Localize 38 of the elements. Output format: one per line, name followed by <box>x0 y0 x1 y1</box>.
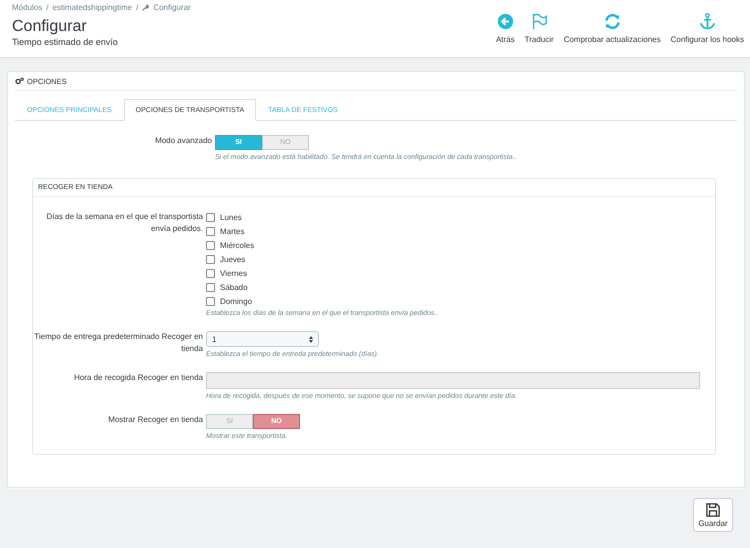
checkbox[interactable] <box>206 296 215 306</box>
flag-icon <box>530 13 548 30</box>
checkbox-label: Domingo <box>220 296 252 306</box>
checkbox[interactable] <box>206 254 215 264</box>
field-label: Modo avanzado <box>154 135 213 147</box>
checkbox-label: Viernes <box>220 268 247 278</box>
checkbox-label: Lunes <box>220 212 242 222</box>
checkbox[interactable] <box>206 240 215 250</box>
page-title: Configurar <box>12 18 88 36</box>
toolbar-button[interactable]: Configurar los hooks <box>670 13 744 44</box>
breadcrumb-current[interactable]: Configurar <box>153 3 191 12</box>
checkbox[interactable] <box>206 282 215 292</box>
anchor-icon <box>698 13 716 30</box>
sort-caret-icon <box>309 336 313 342</box>
toolbar-button[interactable]: Traducir <box>524 13 554 44</box>
checkbox-label: Sábado <box>220 282 248 292</box>
checkbox-label: Martes <box>220 226 244 236</box>
field-label: Tiempo de entrega predeterminado Recoger en tienda <box>33 331 204 355</box>
breadcrumb-separator: / <box>136 3 138 12</box>
breadcrumb-link[interactable]: estimatedshippingtime <box>52 3 132 12</box>
checkbox[interactable] <box>206 226 215 236</box>
checkbox-label: Miércoles <box>220 240 254 250</box>
checkbox-label: Jueves <box>220 254 246 264</box>
toolbar-button[interactable]: Atrás <box>496 13 515 44</box>
breadcrumb-separator: / <box>46 3 48 12</box>
checkbox[interactable] <box>206 268 215 278</box>
checkbox[interactable] <box>206 212 215 222</box>
field-label: Hora de recogida Recoger en tienda <box>73 372 204 384</box>
wrench-icon <box>142 4 150 11</box>
gears-icon <box>15 77 24 85</box>
select-field[interactable]: 1 <box>206 331 319 347</box>
toolbar-button[interactable]: Comprobar actualizaciones <box>564 13 661 44</box>
field-label: Días de la semana en el que el transportista envía pedidos. <box>45 211 204 235</box>
field-label: Mostrar Recoger en tienda <box>107 414 204 426</box>
breadcrumb-link[interactable]: Módulos <box>12 3 42 12</box>
save-button[interactable]: Guardar <box>693 498 733 532</box>
refresh-icon <box>604 13 621 30</box>
page-subtitle: Tiempo estimado de envío <box>12 37 119 47</box>
